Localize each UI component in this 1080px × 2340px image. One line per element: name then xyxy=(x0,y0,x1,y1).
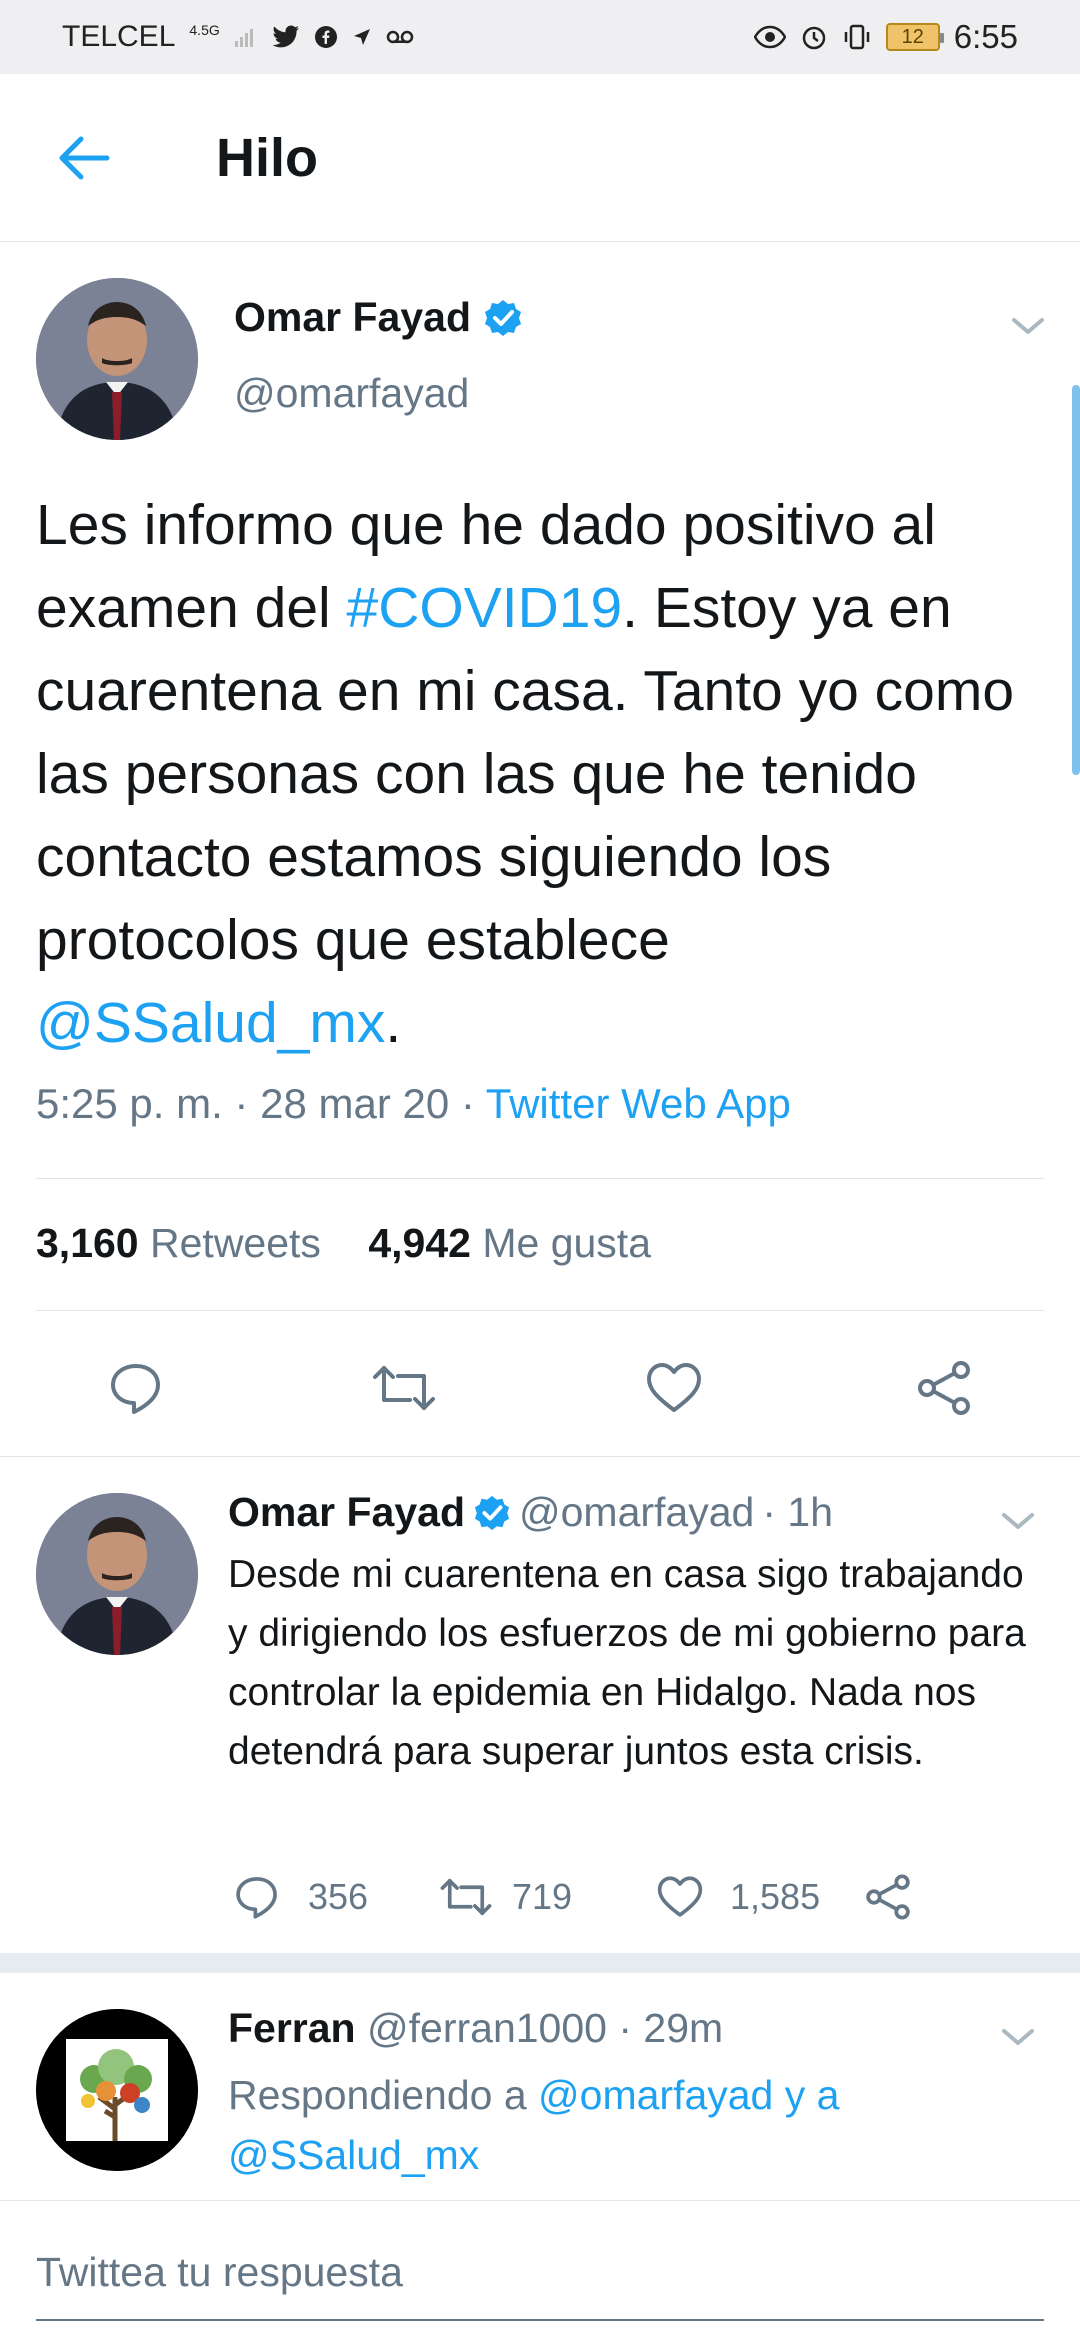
mention-link[interactable]: @omarfayad xyxy=(538,2072,773,2118)
voicemail-icon xyxy=(386,29,414,45)
reply-input[interactable]: Twittea tu respuesta xyxy=(36,2249,403,2296)
twitter-icon xyxy=(272,25,300,49)
avatar[interactable] xyxy=(36,278,198,440)
reply-tweet[interactable]: Ferran @ferran1000 · 29m Respondiendo a … xyxy=(0,1973,1080,2200)
tweet-age: · 29m xyxy=(618,2005,724,2051)
compose-bar: Twittea tu respuesta xyxy=(0,2200,1080,2340)
input-underline xyxy=(36,2319,1044,2321)
retweets-stat[interactable]: 3,160 Retweets xyxy=(36,1220,321,1266)
chevron-down-icon[interactable] xyxy=(1000,2025,1036,2049)
reply-text: Desde mi cuarentena en casa sigo trabaja… xyxy=(228,1553,1026,1773)
tweet-age: · 1h xyxy=(762,1489,833,1535)
eye-icon xyxy=(753,25,786,49)
retweet-icon xyxy=(373,1366,435,1410)
author-name[interactable]: Ferran xyxy=(228,2005,356,2051)
like-button[interactable]: 1,585 xyxy=(656,1875,820,1919)
clock: 6:55 xyxy=(953,18,1018,55)
hashtag-link[interactable]: #COVID19 xyxy=(347,576,623,640)
mention-link[interactable]: @SSalud_mx xyxy=(36,991,385,1055)
like-button[interactable] xyxy=(638,1352,710,1424)
reply-button[interactable] xyxy=(100,1352,172,1424)
verified-badge-icon xyxy=(474,1495,510,1530)
reply-icon xyxy=(111,1364,160,1414)
carrier-label: TELCEL xyxy=(62,20,176,53)
heart-icon xyxy=(657,1876,703,1917)
mention-link[interactable]: @SSalud_mx xyxy=(228,2132,479,2178)
heart-icon xyxy=(647,1363,701,1412)
chevron-down-icon[interactable] xyxy=(1000,1509,1036,1533)
battery-icon: 12 xyxy=(885,23,944,51)
retweet-icon xyxy=(440,1878,492,1916)
author-handle[interactable]: @omarfayad xyxy=(234,370,469,417)
share-button[interactable] xyxy=(864,1873,912,1921)
scrollbar[interactable] xyxy=(1072,385,1080,775)
verified-badge-icon xyxy=(485,299,521,336)
tweet-timestamp: 5:25 p. m. · 28 mar 20 · xyxy=(36,1080,486,1127)
share-icon xyxy=(866,1874,910,1920)
section-separator xyxy=(0,1953,1080,1973)
facebook-icon xyxy=(314,25,338,49)
network-type: 4.5G xyxy=(189,22,220,38)
chevron-down-icon[interactable] xyxy=(1010,314,1046,338)
author-name[interactable]: Omar Fayad xyxy=(234,294,471,341)
location-arrow-icon xyxy=(352,27,372,47)
arrow-left-icon xyxy=(59,136,110,180)
author-name[interactable]: Omar Fayad xyxy=(228,1489,465,1536)
divider xyxy=(36,1178,1044,1179)
share-button[interactable] xyxy=(908,1352,980,1424)
back-button[interactable] xyxy=(50,128,116,188)
retweet-button[interactable]: 719 xyxy=(440,1874,572,1920)
likes-stat[interactable]: 4,942 Me gusta xyxy=(368,1220,651,1266)
reply-icon xyxy=(236,1877,277,1919)
tweet-source-link[interactable]: Twitter Web App xyxy=(486,1080,791,1127)
avatar[interactable] xyxy=(36,2009,198,2171)
tweet-stats: 3,160 Retweets 4,942 Me gusta xyxy=(36,1220,651,1267)
reply-button[interactable]: 356 xyxy=(234,1874,368,1920)
reply-count: 356 xyxy=(308,1876,369,1917)
vibrate-icon xyxy=(842,23,872,51)
alarm-icon xyxy=(800,23,828,51)
page-title: Hilo xyxy=(216,128,318,188)
retweet-button[interactable] xyxy=(368,1352,440,1424)
avatar[interactable] xyxy=(36,1493,198,1655)
replying-to: Respondiendo a @omarfayad y a @SSalud_mx xyxy=(228,2072,840,2178)
like-count: 1,585 xyxy=(730,1876,821,1917)
share-icon xyxy=(918,1361,970,1415)
status-bar: TELCEL 4.5G 12 6:55 xyxy=(0,0,1080,74)
reply-tweet[interactable]: Omar Fayad @omarfayad · 1h Desde mi cuar… xyxy=(0,1457,1080,1953)
tweet-text: Les informo que he dado positivo al exam… xyxy=(36,493,1015,1055)
signal-icon xyxy=(234,25,258,49)
author-handle[interactable]: @ferran1000 xyxy=(367,2005,607,2051)
app-header: Hilo xyxy=(0,74,1080,242)
retweet-count: 719 xyxy=(512,1876,573,1917)
author-handle[interactable]: @omarfayad xyxy=(519,1489,754,1536)
divider xyxy=(36,1310,1044,1311)
tweet-metadata: 5:25 p. m. · 28 mar 20 · Twitter Web App xyxy=(36,1080,791,1128)
